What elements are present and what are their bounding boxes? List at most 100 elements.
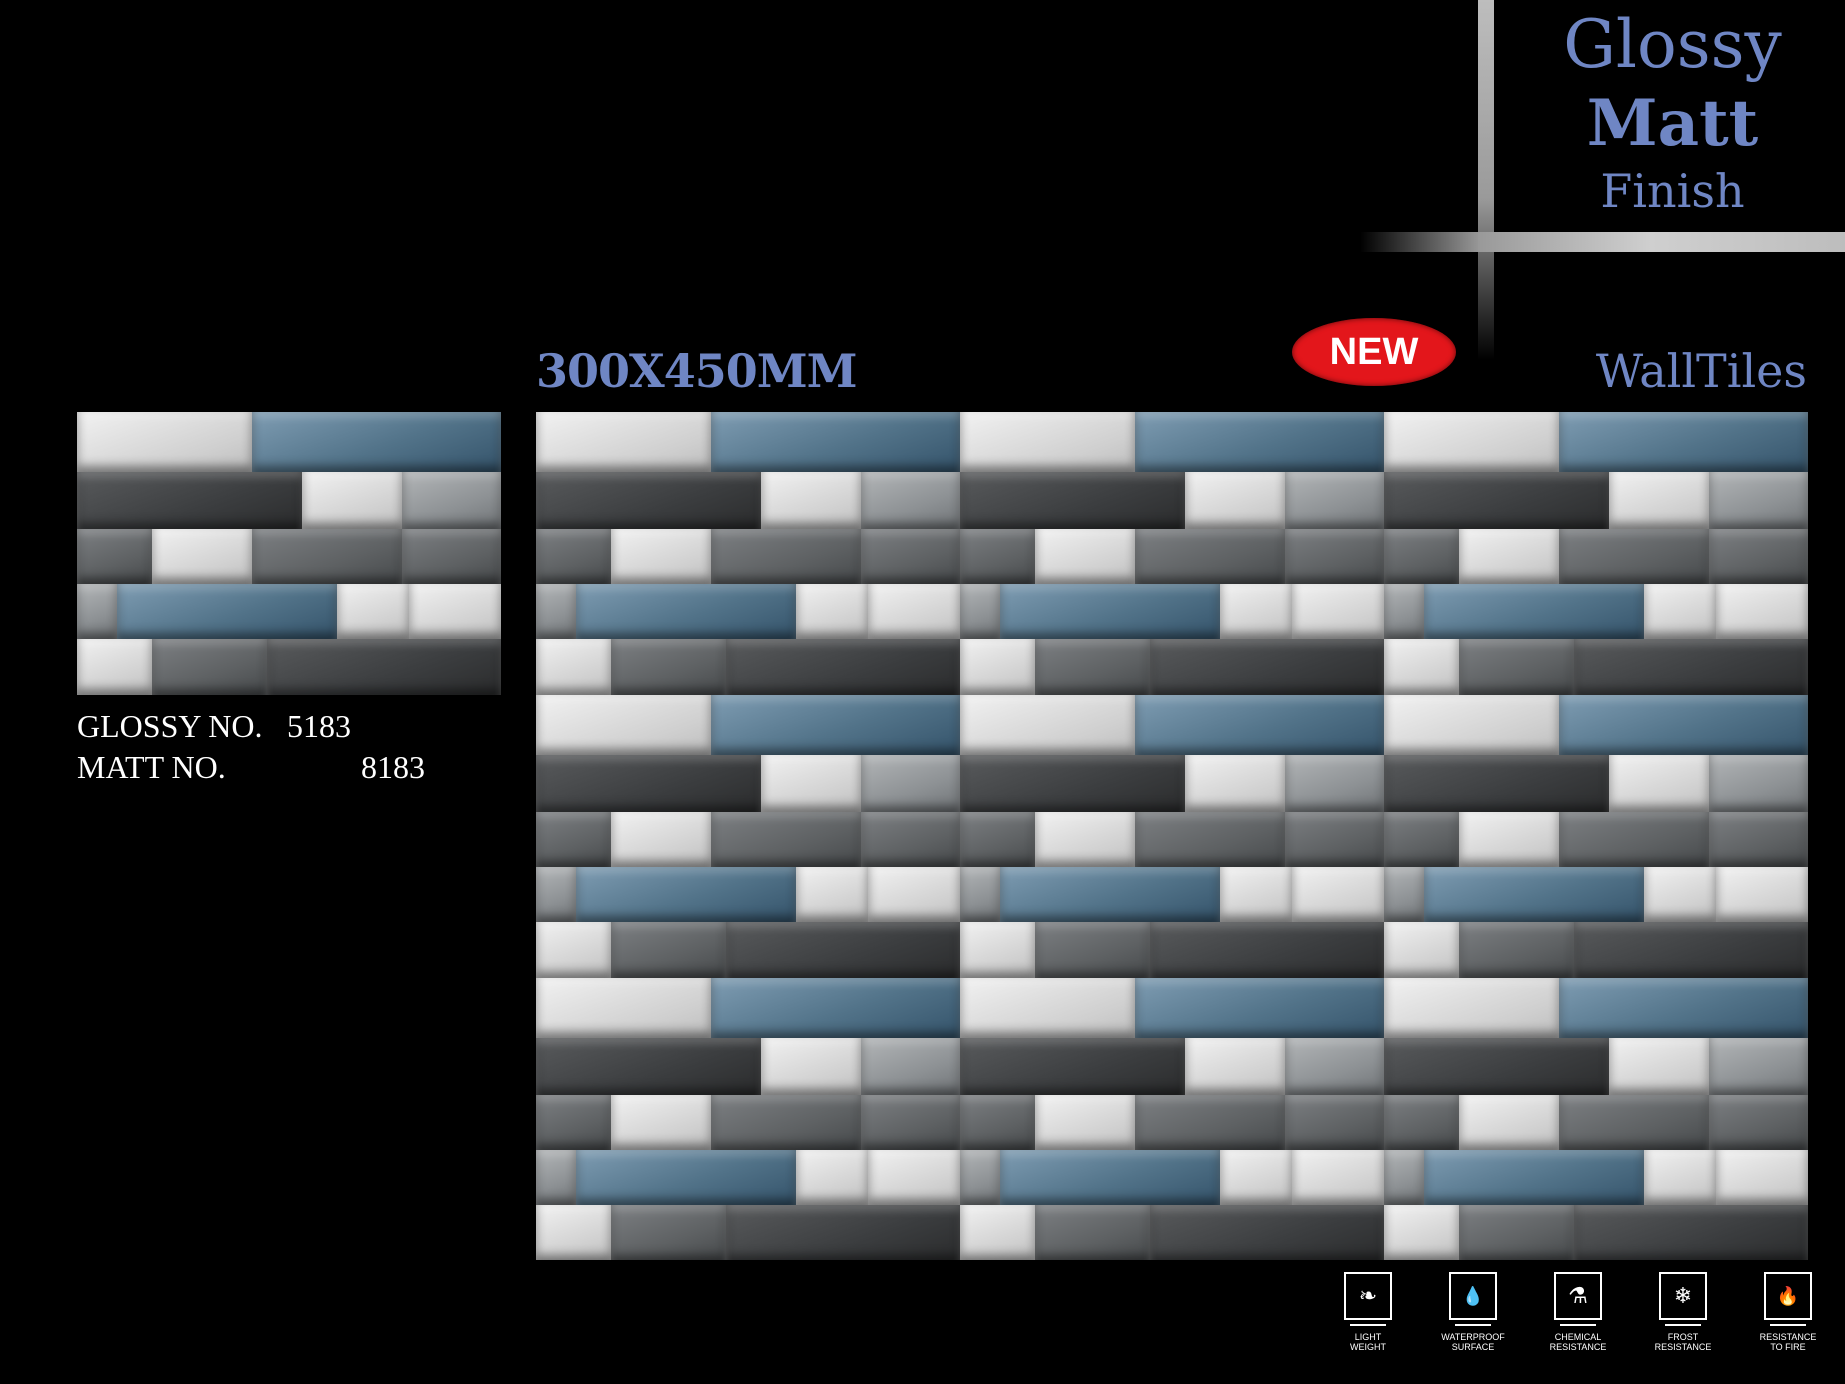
tile-brick [726,639,960,695]
tile-brick [117,584,337,639]
tile-brick [1035,812,1135,867]
tile-brick [796,1150,868,1205]
tile-brick [1384,755,1609,812]
tile-brick [796,867,868,922]
glossy-code-label: GLOSSY NO. [77,708,263,744]
feature-label: LIGHT WEIGHT [1350,1332,1386,1352]
tile-brick [1559,412,1808,472]
tile-brick [761,755,861,812]
feature-chemical: ⚗ CHEMICAL RESISTANCE [1528,1272,1628,1352]
tile-repeat [536,978,960,1260]
tile-brick [761,472,861,529]
tile-brick [726,922,960,978]
tile-brick [267,639,501,695]
tile-brick [1424,867,1644,922]
tile-brick [861,1038,960,1095]
tile-brick [960,529,1035,584]
new-badge: NEW [1292,318,1456,386]
tile-brick [1035,1205,1150,1260]
tile-brick [536,412,711,472]
tile-brick [1035,1095,1135,1150]
tile-brick [1384,1205,1459,1260]
size-label: 300X450MM [536,344,858,398]
tile-repeat [1384,695,1808,978]
tile-brick [252,412,501,472]
tile-brick [536,1205,611,1260]
tile-brick [1459,639,1574,695]
tile-brick [711,978,960,1038]
tile-repeat [960,412,1384,695]
tile-brick [960,1095,1035,1150]
tile-brick [611,639,726,695]
tile-brick [1150,1205,1384,1260]
tile-brick [960,412,1135,472]
tile-brick [861,529,960,584]
tile-brick [711,1095,861,1150]
tile-repeat [1384,978,1808,1260]
tile-brick [77,412,252,472]
tile-brick [796,584,868,639]
tile-brick [1135,695,1384,755]
tile-brick [1574,922,1808,978]
tile-brick [711,812,861,867]
tile-brick [1709,755,1808,812]
tile-brick [1185,1038,1285,1095]
tile-brick [1285,812,1384,867]
tile-brick [861,1095,960,1150]
tile-repeat [1384,412,1808,695]
tile-brick [1000,867,1220,922]
tile-brick [868,1150,960,1205]
feature-icons: ❧ LIGHT WEIGHT 💧 WATERPROOF SURFACE ⚗ CHEM… [1318,1272,1838,1352]
tile-brick [409,584,501,639]
finish-line-2: Matt [1586,86,1759,161]
tile-brick [1384,1038,1609,1095]
tile-brick [1609,472,1709,529]
tile-repeat [536,695,960,978]
water-drop-icon: 💧 [1449,1272,1497,1326]
tile-brick [1220,584,1292,639]
tile-brick [1292,1150,1384,1205]
tile-brick [1459,529,1559,584]
tile-brick [960,1038,1185,1095]
tile-brick [611,1205,726,1260]
tile-brick [1384,867,1424,922]
tile-brick [252,529,402,584]
tile-brick [1424,1150,1644,1205]
tile-brick [611,922,726,978]
tile-brick [576,1150,796,1205]
tile-brick [536,867,576,922]
tile-brick [1185,472,1285,529]
feature-label: RESISTANCE TO FIRE [1759,1332,1817,1352]
wall-preview-grid [536,412,1808,1260]
tile-brick [611,529,711,584]
tile-brick [861,755,960,812]
tile-brick [536,1150,576,1205]
tile-brick [1559,529,1709,584]
feature-fire: 🔥 RESISTANCE TO FIRE [1738,1272,1838,1352]
tile-brick [1150,639,1384,695]
tile-brick [861,812,960,867]
feature-waterproof: 💧 WATERPROOF SURFACE [1423,1272,1523,1352]
tile-brick [761,1038,861,1095]
tile-brick [1574,639,1808,695]
tile-brick [1135,812,1285,867]
tile-brick [1384,812,1459,867]
tile-brick [868,584,960,639]
tile-brick [1459,1095,1559,1150]
tile-brick [1609,1038,1709,1095]
feature-light-weight: ❧ LIGHT WEIGHT [1318,1272,1418,1352]
tile-brick [576,867,796,922]
tile-brick [1559,1095,1709,1150]
tile-brick [960,639,1035,695]
tile-brick [960,867,1000,922]
tile-brick [77,472,302,529]
tile-brick [536,978,711,1038]
tile-brick [1384,529,1459,584]
tile-brick [1559,695,1808,755]
tile-brick [1709,812,1808,867]
decorative-horizontal-bar [1360,232,1845,252]
tile-brick [1609,755,1709,812]
tile-brick [1035,639,1150,695]
tile-brick [402,472,501,529]
tile-brick [1709,472,1808,529]
